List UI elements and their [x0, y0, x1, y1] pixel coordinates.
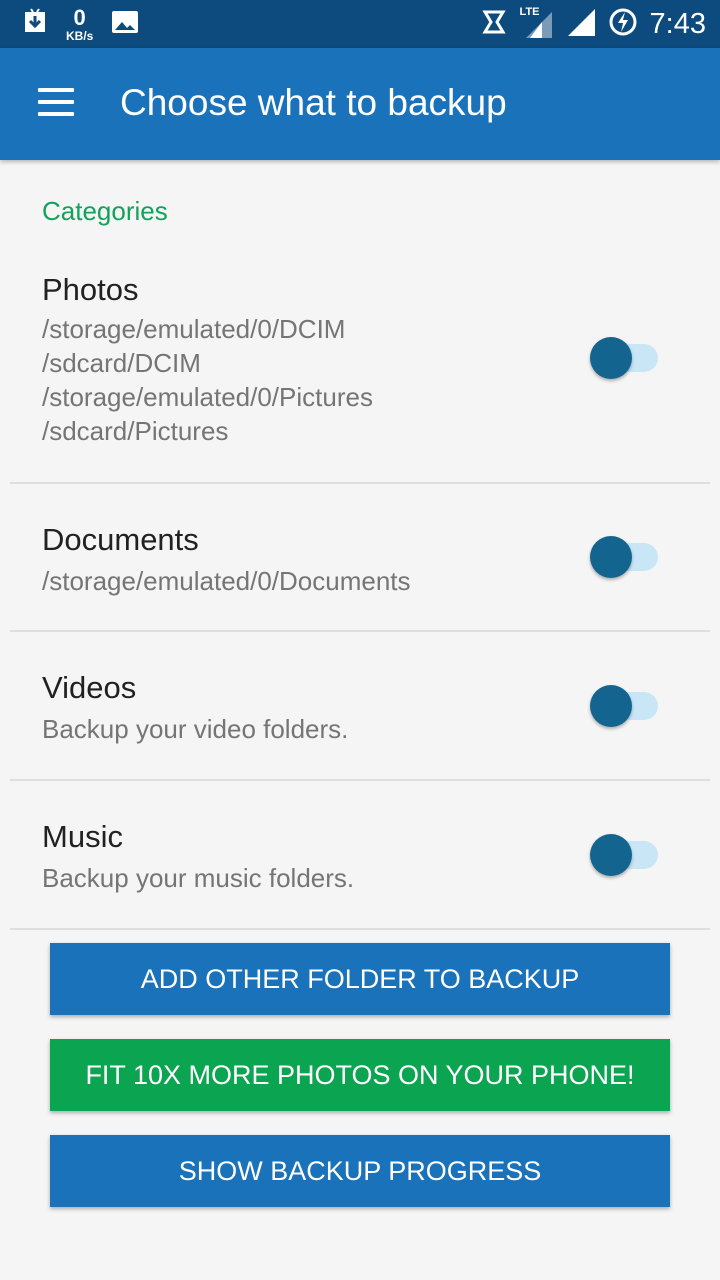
toggle-thumb: [590, 337, 632, 379]
network-speed-value: 0: [73, 4, 86, 30]
toggle-thumb: [590, 685, 632, 727]
section-header-categories: Categories: [42, 196, 168, 226]
signal-strength-icon: [566, 7, 596, 42]
documents-backup-toggle[interactable]: [590, 535, 662, 579]
category-title-videos: Videos: [42, 670, 137, 705]
image-notification-icon: [111, 10, 139, 39]
battery-charging-icon: [608, 7, 638, 42]
category-row-videos[interactable]: Videos Backup your video folders.: [10, 632, 710, 781]
category-title-documents: Documents: [42, 522, 199, 557]
app-bar: Choose what to backup: [0, 48, 720, 160]
category-title-photos: Photos: [42, 272, 139, 307]
category-paths-photos: /storage/emulated/0/DCIM /sdcard/DCIM /s…: [42, 314, 373, 446]
download-notification-icon: [22, 7, 48, 41]
add-other-folder-button[interactable]: ADD OTHER FOLDER TO BACKUP: [50, 943, 670, 1015]
status-bar: 0 KB/s LTE 7:43: [0, 0, 720, 48]
lte-signal-icon: LTE: [520, 6, 554, 40]
network-speed: 0 KB/s: [66, 4, 94, 43]
fit-more-photos-button[interactable]: FIT 10X MORE PHOTOS ON YOUR PHONE!: [50, 1039, 670, 1111]
category-row-music[interactable]: Music Backup your music folders.: [10, 781, 710, 930]
category-row-photos[interactable]: Photos /storage/emulated/0/DCIM /sdcard/…: [10, 260, 710, 484]
category-description-music: Backup your music folders.: [42, 863, 355, 893]
toggle-thumb: [590, 536, 632, 578]
page-title: Choose what to backup: [120, 82, 507, 123]
videos-backup-toggle[interactable]: [590, 684, 662, 728]
network-speed-unit: KB/s: [66, 28, 94, 43]
clock: 7:43: [649, 7, 706, 40]
toggle-thumb: [590, 834, 632, 876]
photos-backup-toggle[interactable]: [590, 336, 662, 380]
menu-icon[interactable]: [38, 88, 74, 118]
category-description-videos: Backup your video folders.: [42, 714, 349, 744]
category-paths-documents: /storage/emulated/0/Documents: [42, 566, 411, 596]
data-saver-icon: [480, 8, 508, 41]
category-row-documents[interactable]: Documents /storage/emulated/0/Documents: [10, 484, 710, 632]
category-title-music: Music: [42, 819, 123, 854]
show-backup-progress-button[interactable]: SHOW BACKUP PROGRESS: [50, 1135, 670, 1207]
music-backup-toggle[interactable]: [590, 833, 662, 877]
